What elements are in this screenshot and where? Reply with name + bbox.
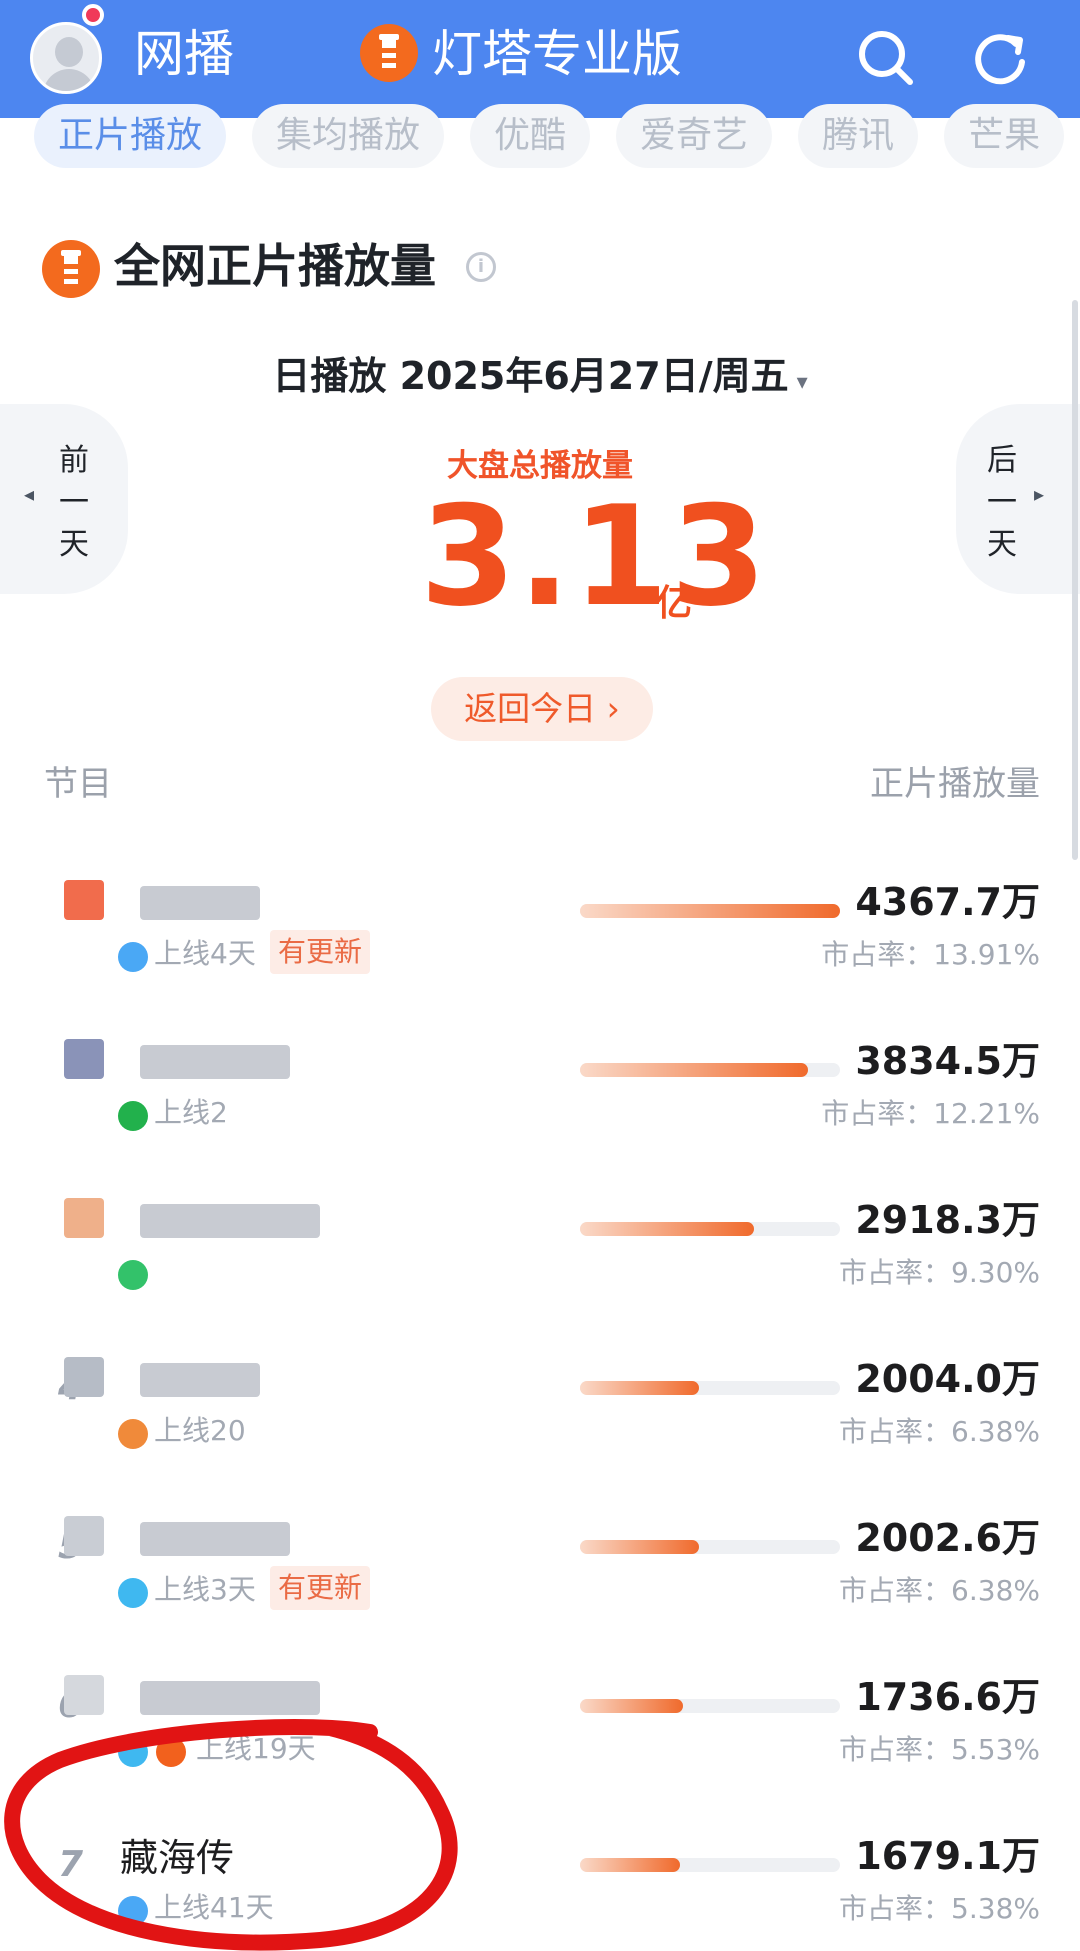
app-title[interactable]: 网播 xyxy=(134,22,234,86)
avatar-body xyxy=(43,69,95,91)
market-share: 市占率：5.53% xyxy=(839,1733,1040,1766)
refresh-icon[interactable] xyxy=(966,22,1036,92)
play-count: 2002.6万 xyxy=(855,1516,1040,1560)
market-share: 市占率：6.38% xyxy=(839,1415,1040,1448)
ranking-row[interactable]: 上线2 3834.5万市占率：12.21% xyxy=(0,1021,1080,1180)
column-header-program: 节目 xyxy=(44,764,112,804)
share-bar-track xyxy=(580,1222,840,1236)
lighthouse-section-icon xyxy=(42,240,100,298)
info-icon[interactable]: i xyxy=(466,252,496,282)
share-bar-fill xyxy=(580,1381,699,1395)
play-count: 2004.0万 xyxy=(855,1357,1040,1401)
blurred-title xyxy=(140,1363,260,1397)
platform-logo-icon xyxy=(118,1101,148,1131)
tab-episode-avg[interactable]: 集均播放 xyxy=(252,104,445,168)
blurred-thumbnail xyxy=(64,1675,104,1715)
blurred-title xyxy=(140,1045,290,1079)
ranking-row[interactable]: 6上线19天1736.6万市占率：5.53% xyxy=(0,1657,1080,1816)
share-bar-fill xyxy=(580,1858,680,1872)
total-plays-value: 3.13 xyxy=(420,476,769,637)
share-bar-track xyxy=(580,904,840,918)
play-count: 3834.5万 xyxy=(855,1039,1040,1083)
online-days: 上线41天 xyxy=(154,1891,274,1924)
date-label: 日播放 2025年6月27日/周五 xyxy=(272,354,789,398)
platform-logo-icon xyxy=(156,1737,186,1767)
tab-iqiyi[interactable]: 爱奇艺 xyxy=(616,104,773,168)
online-days: 上线19天 xyxy=(196,1732,316,1765)
market-share: 市占率：13.91% xyxy=(821,938,1040,971)
section-title: 全网正片播放量 xyxy=(114,239,436,293)
play-count: 2918.3万 xyxy=(855,1198,1040,1242)
online-days: 上线20 xyxy=(154,1414,246,1447)
ranking-row[interactable]: 7 藏海传上线41天 1679.1万市占率：5.38% xyxy=(0,1816,1080,1951)
blurred-title xyxy=(140,1522,290,1556)
blurred-thumbnail xyxy=(64,1357,104,1397)
update-badge: 有更新 xyxy=(270,1566,371,1610)
user-avatar[interactable] xyxy=(30,22,102,94)
right-arrow-icon: ▸ xyxy=(1034,482,1045,506)
back-to-today-button[interactable]: 返回今日 › xyxy=(431,677,653,741)
platform-logo-icon xyxy=(118,1896,148,1926)
market-share: 市占率：12.21% xyxy=(821,1097,1040,1130)
share-bar-track xyxy=(580,1381,840,1395)
program-title[interactable]: 藏海传 xyxy=(120,1832,234,1884)
tab-feature-play[interactable]: 正片播放 xyxy=(34,104,227,168)
category-tabs: 正片播放 集均播放 优酷 爱奇艺 腾讯 芒果 xyxy=(34,104,1065,168)
play-count: 4367.7万 xyxy=(855,880,1040,924)
share-bar-fill xyxy=(580,1222,754,1236)
ranking-row[interactable]: 2918.3万市占率：9.30% xyxy=(0,1180,1080,1339)
dropdown-caret-icon: ▾ xyxy=(796,370,808,395)
app-header: 网播 灯塔专业版 xyxy=(0,0,1080,118)
avatar-head xyxy=(55,37,83,67)
search-icon[interactable] xyxy=(852,22,922,92)
blurred-title xyxy=(140,1681,320,1715)
tab-tencent[interactable]: 腾讯 xyxy=(798,104,919,168)
update-badge: 有更新 xyxy=(270,930,371,974)
left-arrow-icon: ◂ xyxy=(24,482,35,506)
platform-logo-icon xyxy=(118,1419,148,1449)
blurred-thumbnail xyxy=(64,1039,104,1079)
platform-logo-icon xyxy=(118,1260,148,1290)
share-bar-fill xyxy=(580,1063,808,1077)
platform-logo-icon xyxy=(118,942,148,972)
share-bar-fill xyxy=(580,904,840,918)
platform-logo-icon xyxy=(118,1737,148,1767)
tab-youku[interactable]: 优酷 xyxy=(470,104,591,168)
blurred-thumbnail xyxy=(64,1516,104,1556)
online-days: 上线4天 xyxy=(154,937,256,970)
online-days: 上线3天 xyxy=(154,1573,256,1606)
share-bar-fill xyxy=(580,1540,699,1554)
market-share: 市占率：9.30% xyxy=(839,1256,1040,1289)
ranking-row[interactable]: 上线4天 有更新 4367.7万市占率：13.91% xyxy=(0,862,1080,1021)
blurred-title xyxy=(140,886,260,920)
share-bar-track xyxy=(580,1699,840,1713)
share-bar-track xyxy=(580,1540,840,1554)
market-share: 市占率：5.38% xyxy=(839,1892,1040,1925)
ranking-row[interactable]: 4上线202004.0万市占率：6.38% xyxy=(0,1339,1080,1498)
date-selector[interactable]: 日播放 2025年6月27日/周五 ▾ xyxy=(0,348,1080,411)
total-plays-unit: 亿 xyxy=(656,583,693,624)
rank-number: 7 xyxy=(58,1844,84,1885)
share-bar-track xyxy=(580,1858,840,1872)
blurred-thumbnail xyxy=(64,880,104,920)
share-bar-track xyxy=(580,1063,840,1077)
online-days: 上线2 xyxy=(154,1096,228,1129)
ranking-row[interactable]: 5上线3天有更新2002.6万市占率：6.38% xyxy=(0,1498,1080,1657)
blurred-thumbnail xyxy=(64,1198,104,1238)
notification-dot xyxy=(82,4,104,26)
market-share: 市占率：6.38% xyxy=(839,1574,1040,1607)
tab-mango[interactable]: 芒果 xyxy=(944,104,1065,168)
platform-logo-icon xyxy=(118,1578,148,1608)
share-bar-fill xyxy=(580,1699,683,1713)
column-header-plays[interactable]: 正片播放量 xyxy=(870,760,1040,808)
brand-name: 灯塔专业版 xyxy=(432,25,682,83)
scrollbar[interactable] xyxy=(1072,300,1078,860)
play-count: 1736.6万 xyxy=(855,1675,1040,1719)
play-count: 1679.1万 xyxy=(855,1834,1040,1878)
blurred-title xyxy=(140,1204,320,1238)
lighthouse-logo-icon xyxy=(360,24,418,82)
